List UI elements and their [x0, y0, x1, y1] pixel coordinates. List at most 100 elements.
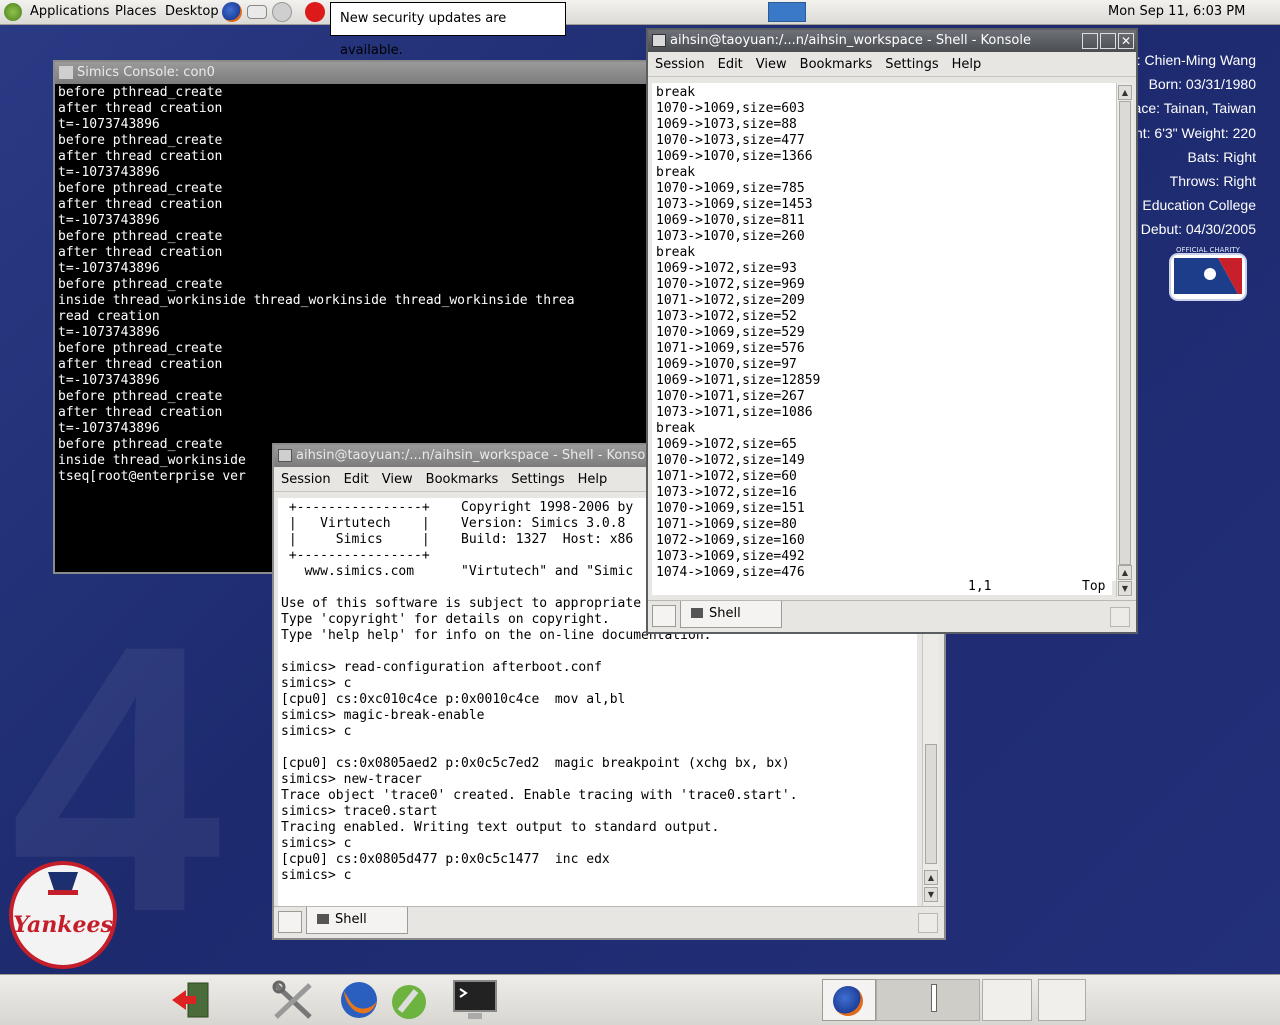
terminal-line: 1070->1072,size=149 — [656, 453, 805, 468]
terminal-line: t=-1073743896 — [58, 421, 160, 436]
terminal-line: before pthread_create — [58, 229, 223, 244]
terminal-line: 1072->1069,size=160 — [656, 533, 805, 548]
firefox-icon[interactable] — [336, 979, 382, 1021]
menu-edit[interactable]: Edit — [711, 52, 749, 72]
tools-icon[interactable] — [270, 979, 316, 1021]
konsole-vim-window[interactable]: aihsin@taoyuan:/...n/aihsin_workspace - … — [646, 28, 1138, 634]
scroll-up-top-button[interactable]: ▲ — [1118, 85, 1132, 100]
menu-session[interactable]: Session — [648, 52, 711, 72]
menu-applications[interactable]: Applications — [30, 4, 109, 19]
terminal-line: t=-1073743896 — [58, 117, 160, 132]
terminal-line: after thread creation — [58, 149, 223, 164]
tab-shell[interactable]: Shell — [306, 907, 408, 934]
vertical-scrollbar[interactable]: ▲ ▲ ▼ — [1116, 83, 1133, 597]
scrollbar-thumb[interactable] — [1119, 101, 1131, 565]
maximize-button[interactable] — [1100, 33, 1116, 49]
close-tab-icon[interactable] — [1110, 607, 1130, 627]
clock[interactable]: Mon Sep 11, 6:03 PM — [1108, 4, 1245, 19]
wallpaper-profile: e: Chien-Ming Wang Born: 03/31/1980 ace:… — [1128, 48, 1256, 242]
window-menu-icon[interactable] — [59, 66, 73, 79]
taskbar-firefox-button[interactable] — [822, 979, 876, 1021]
scroll-down-button[interactable]: ▼ — [924, 887, 938, 902]
show-desktop-button[interactable] — [982, 979, 1032, 1021]
terminal-line: 1071->1069,size=576 — [656, 341, 805, 356]
separator — [931, 984, 937, 1012]
menu-view[interactable]: View — [749, 52, 793, 72]
terminal-line: 1071->1072,size=209 — [656, 293, 805, 308]
menu-bookmarks[interactable]: Bookmarks — [793, 52, 879, 72]
system-settings-icon[interactable] — [386, 979, 432, 1021]
terminal-line: 1073->1070,size=260 — [656, 229, 805, 244]
terminal-line: 1069->1071,size=12859 — [656, 373, 821, 388]
mlb-logo-text: OFFICIAL CHARITY — [1176, 246, 1241, 254]
window-menu-icon[interactable] — [278, 449, 292, 462]
menu-bookmarks[interactable]: Bookmarks — [419, 467, 505, 487]
terminal-line: break — [656, 85, 696, 100]
mlb-logo: OFFICIAL CHARITY — [1169, 246, 1247, 301]
update-alert-icon[interactable] — [305, 2, 325, 22]
window-title: aihsin@taoyuan:/...n/aihsin_workspace - … — [670, 33, 1031, 48]
terminal-line: 1070->1069,size=151 — [656, 501, 805, 516]
menu-places[interactable]: Places — [115, 4, 156, 19]
terminal-line: 1071->1072,size=60 — [656, 469, 797, 484]
yankees-logo: Yankees — [9, 861, 117, 969]
notes-button[interactable] — [1038, 979, 1086, 1021]
terminal-line: Tracing enabled. Writing text output to … — [281, 820, 720, 835]
scroll-up-button[interactable]: ▲ — [1118, 565, 1132, 580]
terminal-line: 1069->1073,size=88 — [656, 117, 797, 132]
tab-label: Shell — [335, 912, 367, 927]
terminal-line: after thread creation — [58, 101, 223, 116]
tab-bar: Shell — [648, 600, 1136, 631]
scroll-down-button[interactable]: ▼ — [1118, 581, 1132, 596]
new-session-icon[interactable] — [652, 605, 676, 627]
tab-label: Shell — [709, 606, 741, 621]
terminal-icon[interactable] — [452, 979, 498, 1021]
menu-settings[interactable]: Settings — [504, 467, 570, 487]
terminal-line: before pthread_create — [58, 341, 223, 356]
menu-session[interactable]: Session — [274, 467, 337, 487]
terminal-line: Trace object 'trace0' created. Enable tr… — [281, 788, 798, 803]
terminal-line: 1070->1069,size=603 — [656, 101, 805, 116]
close-button[interactable]: ✕ — [1118, 33, 1134, 49]
terminal-line: t=-1073743896 — [58, 165, 160, 180]
security-updates-tooltip: New security updates are available. — [330, 2, 566, 58]
konsole-titlebar[interactable]: aihsin@taoyuan:/...n/aihsin_workspace - … — [648, 30, 1136, 52]
terminal-line: t=-1073743896 — [58, 213, 160, 228]
terminal-line: simics> read-configuration afterboot.con… — [281, 660, 602, 675]
terminal-line: break — [656, 165, 696, 180]
terminal-line: simics> new-tracer — [281, 772, 422, 787]
scrollbar-thumb[interactable] — [925, 744, 937, 864]
tab-shell[interactable]: Shell — [680, 601, 782, 628]
terminal-line: simics> trace0.start — [281, 804, 438, 819]
menu-edit[interactable]: Edit — [337, 467, 375, 487]
terminal-output[interactable]: break 1070->1069,size=603 1069->1073,size=… — [652, 83, 1116, 581]
firefox-launcher-icon[interactable] — [222, 2, 242, 22]
terminal-line: [cpu0] cs:0x0805d477 p:0x0c5c1477 inc ed… — [281, 852, 610, 867]
terminal-line: before pthread_create — [58, 181, 223, 196]
terminal-line: 1073->1072,size=16 — [656, 485, 797, 500]
menu-settings[interactable]: Settings — [878, 52, 944, 72]
window-menu-icon[interactable] — [652, 34, 666, 47]
logout-icon[interactable] — [168, 979, 214, 1021]
scroll-up-button[interactable]: ▲ — [924, 870, 938, 885]
minimize-button[interactable] — [1082, 33, 1098, 49]
menu-help[interactable]: Help — [945, 52, 988, 72]
terminal-line: break — [656, 421, 696, 436]
menu-desktop[interactable]: Desktop — [165, 4, 219, 19]
close-tab-icon[interactable] — [918, 913, 938, 933]
terminal-line: 1069->1072,size=93 — [656, 261, 797, 276]
terminal-line: 1069->1070,size=97 — [656, 357, 797, 372]
workspace-switcher[interactable] — [768, 2, 806, 22]
menu-help[interactable]: Help — [571, 467, 614, 487]
terminal-line: simics> c — [281, 836, 352, 851]
menu-view[interactable]: View — [375, 467, 419, 487]
new-session-icon[interactable] — [278, 911, 302, 933]
terminal-line: 1069->1072,size=65 — [656, 437, 797, 452]
terminal-line: [cpu0] cs:0xc010c4ce p:0x0010c4ce mov al… — [281, 692, 626, 707]
mail-launcher-icon[interactable] — [247, 5, 267, 19]
taskbar-slot[interactable] — [876, 979, 980, 1021]
gnome-foot-icon[interactable] — [4, 3, 22, 21]
notes-launcher-icon[interactable] — [272, 2, 292, 22]
window-title: aihsin@taoyuan:/...n/aihsin_workspace - … — [296, 448, 646, 463]
